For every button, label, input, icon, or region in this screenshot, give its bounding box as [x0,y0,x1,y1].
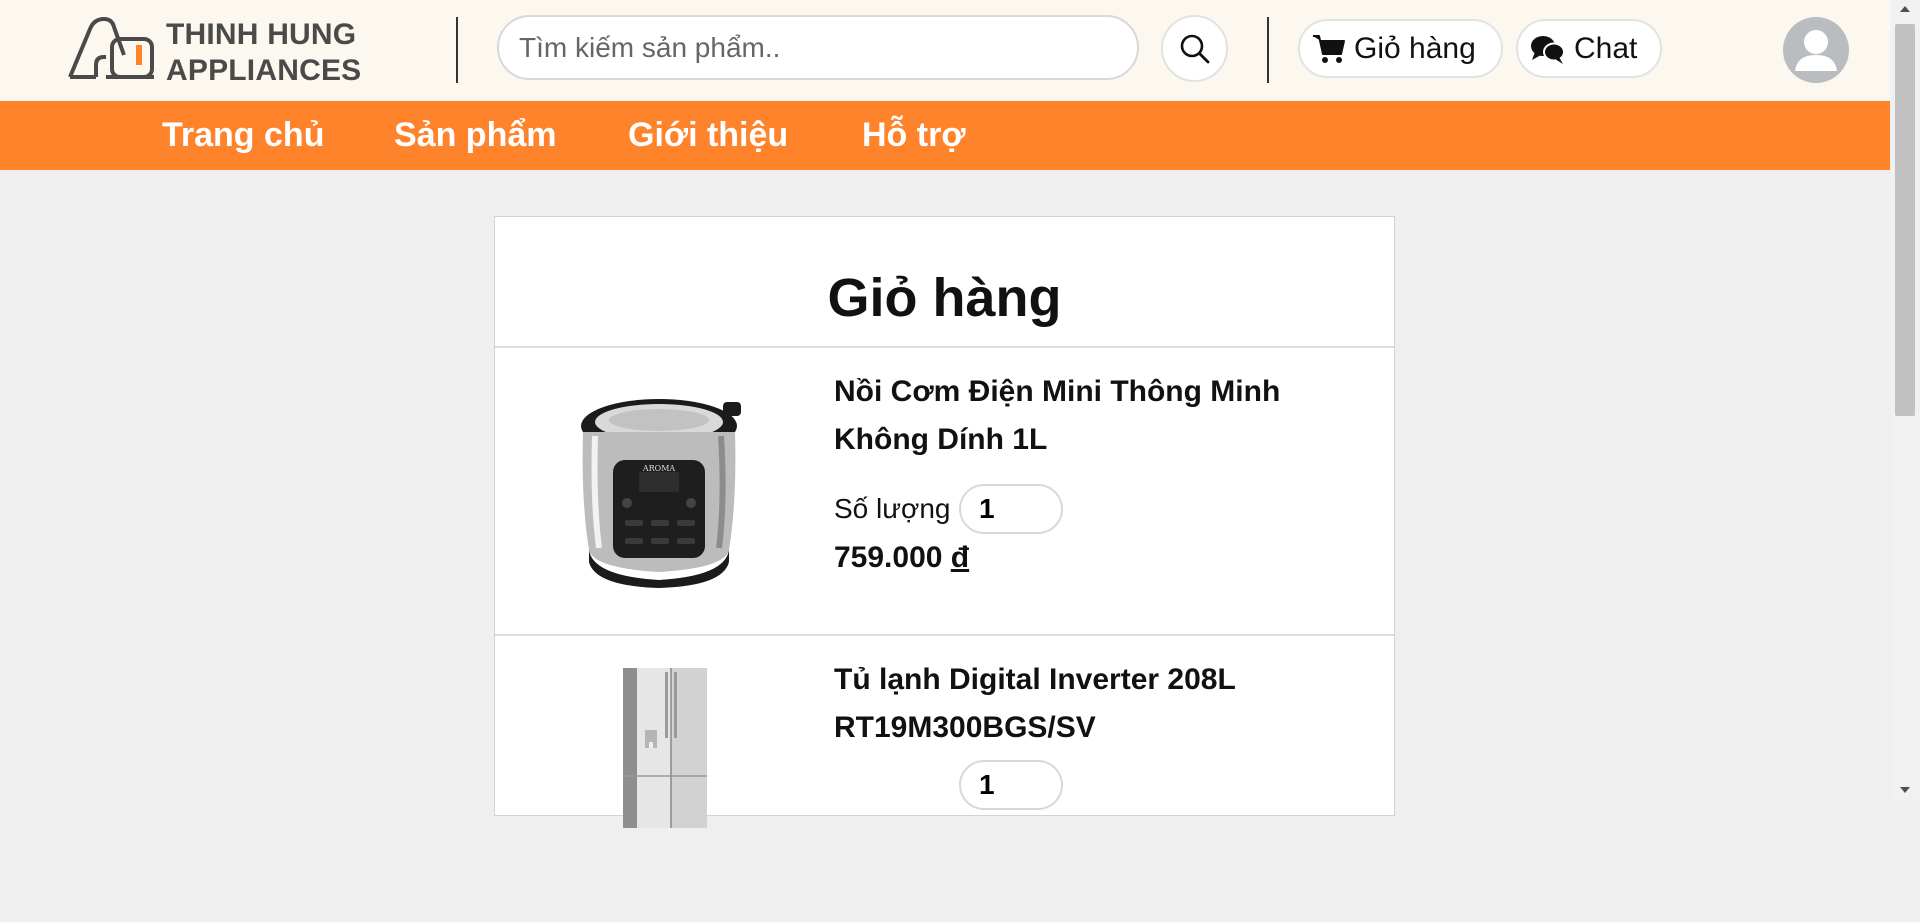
vacuum-logo-icon [68,16,154,79]
rice-cooker-image: AROMA [581,399,741,588]
cart-button-label: Giỏ hàng [1354,31,1476,65]
refrigerator-image [623,668,707,828]
cart-panel: Giỏ hàng AROMA Nồi Cơm Điện Mini Thông M… [494,216,1395,828]
cart-item: AROMA Nồi Cơm Điện Mini Thông Minh Không… [495,348,1394,634]
avatar[interactable] [1783,17,1849,83]
user-icon [1795,30,1837,71]
product-name[interactable]: Tủ lạnh Digital Inverter 208L RT19M300BG… [834,656,1334,752]
brand-logo[interactable]: THINH HUNG APPLIANCES [66,15,366,87]
nav-item-support[interactable]: Hỗ trợ [862,101,966,170]
search-icon [1180,34,1209,63]
nav-item-about[interactable]: Giới thiệu [628,101,788,170]
brand-name: THINH HUNG APPLIANCES [166,17,361,89]
scrollbar[interactable] [1890,0,1920,801]
header-divider [1267,17,1269,83]
quantity-input[interactable] [959,760,1063,810]
search-input[interactable] [497,15,1139,80]
scroll-up-button[interactable] [1890,0,1920,18]
search-button[interactable] [1161,15,1228,82]
cart-item: Tủ lạnh Digital Inverter 208L RT19M300BG… [495,636,1394,922]
cart-button[interactable]: Giỏ hàng [1298,19,1503,78]
arrow-down-icon [1900,787,1910,793]
nav-item-home[interactable]: Trang chủ [162,101,324,170]
price-value: 759.000 [834,541,943,574]
chat-button-label: Chat [1574,31,1638,65]
brand-line-2: APPLIANCES [166,54,362,87]
cart-icon [1312,33,1346,65]
page-title: Giỏ hàng [827,268,1062,328]
product-brand-text: AROMA [642,464,676,473]
scrollbar-thumb[interactable] [1895,24,1915,416]
product-name[interactable]: Nồi Cơm Điện Mini Thông Minh Không Dính … [834,368,1334,464]
header-divider [456,17,458,83]
arrow-up-icon [1900,6,1910,12]
header: THINH HUNG APPLIANCES Giỏ hàng [0,0,1890,101]
quantity-input[interactable] [959,484,1063,534]
currency-symbol: đ [950,541,970,574]
product-price: 759.000 đ [834,541,969,575]
quantity-label: Số lượng [834,493,951,524]
scroll-down-button[interactable] [1890,780,1920,801]
chat-button[interactable]: Chat [1516,19,1662,78]
main-nav: Trang chủ Sản phẩm Giới thiệu Hỗ trợ [0,101,1890,170]
nav-item-products[interactable]: Sản phẩm [394,101,556,170]
chat-icon [1530,33,1566,65]
brand-line-1: THINH HUNG [166,18,357,51]
